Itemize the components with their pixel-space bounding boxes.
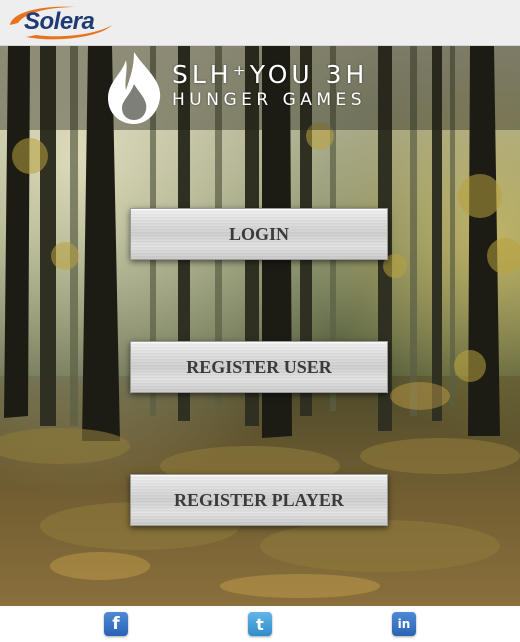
linkedin-icon[interactable]: in [392, 612, 416, 636]
logo-title-line1: SLH⁺YOU 3H [172, 60, 369, 89]
game-logo-band: SLH⁺YOU 3H HUNGER GAMES [0, 46, 520, 130]
logo-title-line2: HUNGER GAMES [172, 90, 367, 110]
footer: f t in [0, 606, 520, 642]
login-button[interactable]: LOGIN [130, 208, 388, 260]
register-user-button[interactable]: REGISTER USER [130, 341, 388, 393]
forest-background: SLH⁺YOU 3H HUNGER GAMES LOGIN REGISTER U… [0, 46, 520, 606]
brand-name: Solera [24, 8, 95, 35]
flame-icon [108, 52, 161, 124]
twitter-icon[interactable]: t [248, 612, 272, 636]
register-player-button[interactable]: REGISTER PLAYER [130, 474, 388, 526]
solera-logo[interactable]: Solera [6, 3, 118, 43]
facebook-icon[interactable]: f [104, 612, 128, 636]
top-header-bar: Solera [0, 0, 520, 46]
